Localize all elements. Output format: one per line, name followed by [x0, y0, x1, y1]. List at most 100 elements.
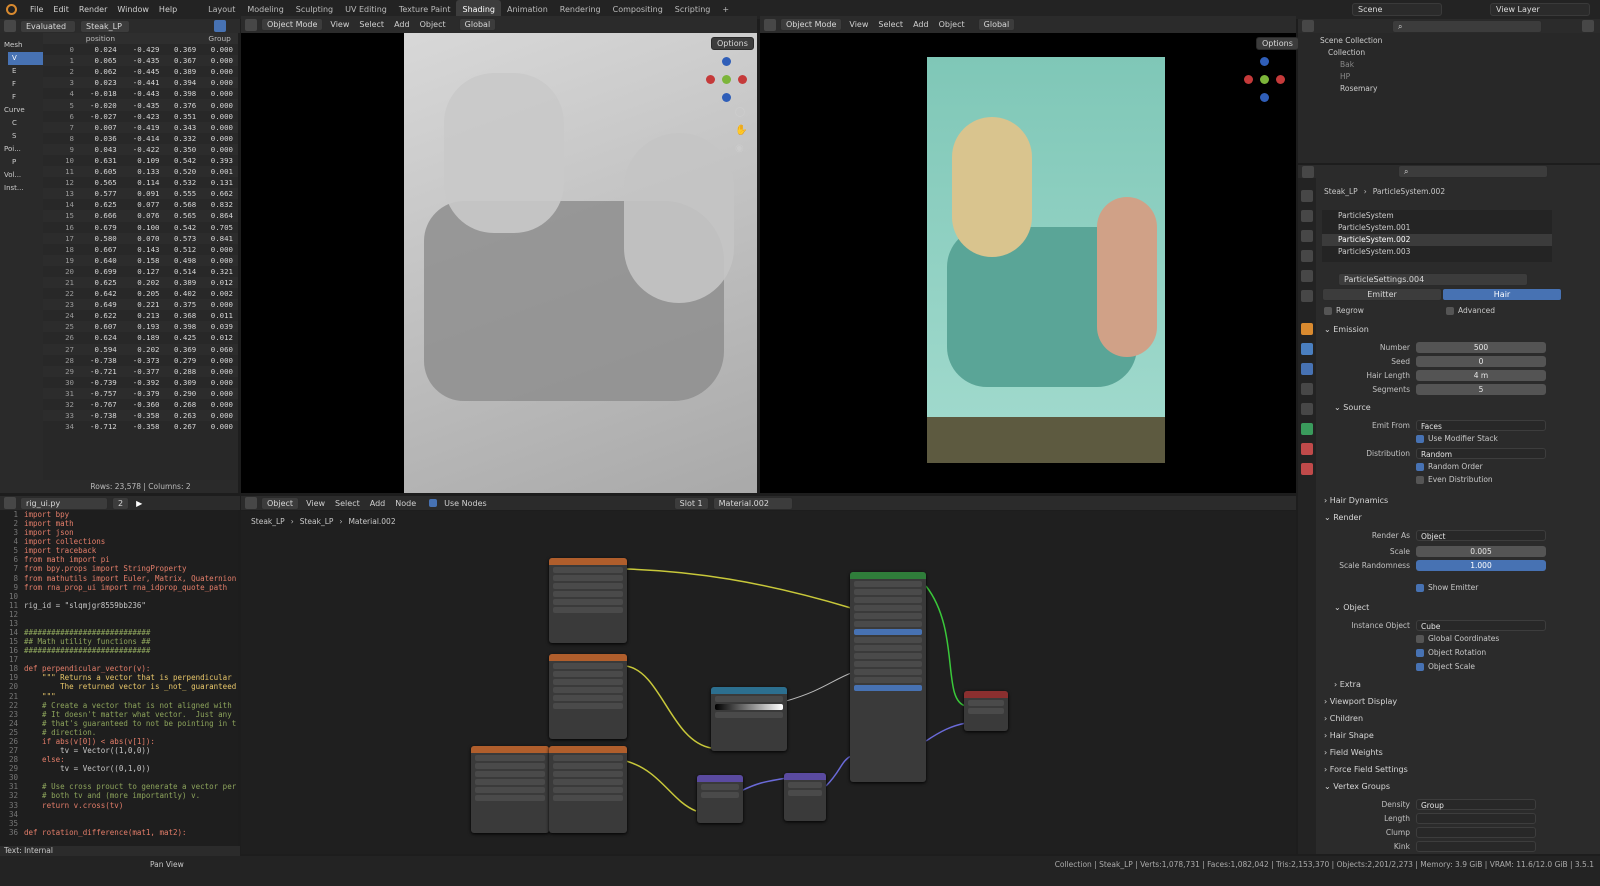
- output-tab-icon[interactable]: [1301, 230, 1313, 242]
- navigation-gizmo[interactable]: [1244, 57, 1286, 107]
- particles-tab-icon[interactable]: [1301, 363, 1313, 375]
- physics-tab-icon[interactable]: [1301, 383, 1313, 395]
- vg-kink-field[interactable]: [1416, 840, 1536, 852]
- slot-dropdown[interactable]: Slot 1: [673, 496, 709, 510]
- tool-tab-icon[interactable]: [1301, 190, 1313, 202]
- type-hair-button[interactable]: Hair: [1442, 288, 1562, 301]
- view-layer-selector[interactable]: View Layer: [1490, 3, 1590, 16]
- x-axis-icon[interactable]: [1276, 75, 1285, 84]
- emission-panel-header[interactable]: ⌄ Emission: [1324, 325, 1369, 334]
- vg-clump-field[interactable]: [1416, 826, 1536, 838]
- column-header-position[interactable]: position: [79, 33, 122, 44]
- filter-icon[interactable]: [1582, 20, 1594, 32]
- sidebar-item-mesh[interactable]: Mesh: [0, 39, 43, 52]
- object-scale-checkbox[interactable]: Object Scale: [1416, 662, 1475, 671]
- menu-view[interactable]: View: [303, 499, 328, 508]
- advanced-checkbox[interactable]: Advanced: [1446, 306, 1495, 315]
- render-tab-icon[interactable]: [1301, 210, 1313, 222]
- object-rotation-checkbox[interactable]: Object Rotation: [1416, 648, 1486, 657]
- particle-system-item[interactable]: ParticleSystem.003: [1322, 246, 1552, 258]
- sidebar-item-point[interactable]: P: [8, 156, 43, 169]
- sidebar-item-face-corner[interactable]: F: [8, 91, 43, 104]
- global-coordinates-checkbox[interactable]: Global Coordinates: [1416, 634, 1499, 643]
- seed-field[interactable]: 0: [1416, 355, 1546, 367]
- material-selector[interactable]: Material.002: [712, 496, 793, 510]
- zoom-icon[interactable]: [735, 107, 745, 117]
- node-editor[interactable]: Steak_LP › Steak_LP › Material.002: [241, 511, 1296, 854]
- menu-add[interactable]: Add: [367, 499, 389, 508]
- particle-system-item-selected[interactable]: ParticleSystem.002: [1322, 234, 1552, 246]
- viewport-left[interactable]: Options ✋ ◉: [241, 33, 757, 493]
- menu-select[interactable]: Select: [875, 20, 906, 29]
- random-order-checkbox[interactable]: Random Order: [1416, 462, 1483, 471]
- neg-z-axis-icon[interactable]: [722, 93, 731, 102]
- even-distribution-checkbox[interactable]: Even Distribution: [1416, 475, 1493, 484]
- scale-randomness-field[interactable]: 1.000: [1416, 559, 1546, 571]
- menu-view[interactable]: View: [846, 20, 871, 29]
- object-mode-dropdown[interactable]: Object Mode: [780, 18, 843, 31]
- segments-field[interactable]: 5: [1416, 383, 1546, 395]
- distribution-dropdown[interactable]: Random: [1416, 447, 1546, 459]
- number-field[interactable]: 500: [1416, 341, 1546, 353]
- sidebar-item-curve[interactable]: Curve: [0, 104, 43, 117]
- neg-x-axis-icon[interactable]: [706, 75, 715, 84]
- scene-selector[interactable]: Scene: [1352, 3, 1442, 16]
- field-weights-panel-header[interactable]: › Field Weights: [1324, 748, 1383, 757]
- shader-type-dropdown[interactable]: Object: [261, 496, 300, 510]
- outliner-item-hp[interactable]: HP: [1298, 71, 1600, 83]
- emit-from-dropdown[interactable]: Faces: [1416, 419, 1546, 431]
- neg-x-axis-icon[interactable]: [1244, 75, 1253, 84]
- camera-icon[interactable]: ◉: [735, 143, 744, 154]
- tab-layout[interactable]: Layout: [202, 0, 241, 19]
- particle-system-item[interactable]: ParticleSystem.001: [1322, 222, 1552, 234]
- z-axis-icon[interactable]: [1260, 57, 1269, 66]
- sidebar-item-vertex[interactable]: V: [8, 52, 43, 65]
- text-file-selector[interactable]: rig_ui.py: [20, 496, 108, 510]
- editor-type-icon[interactable]: [4, 20, 16, 32]
- menu-window[interactable]: Window: [112, 0, 154, 19]
- menu-object[interactable]: Object: [417, 20, 449, 29]
- menu-select[interactable]: Select: [356, 20, 387, 29]
- menu-view[interactable]: View: [327, 20, 352, 29]
- menu-object[interactable]: Object: [936, 20, 968, 29]
- viewport-right[interactable]: Options: [760, 33, 1299, 493]
- particle-settings-selector[interactable]: ParticleSettings.004: [1338, 273, 1528, 286]
- y-axis-icon[interactable]: [1260, 75, 1269, 84]
- extra-panel-header[interactable]: › Extra: [1334, 680, 1361, 689]
- object-mode-dropdown[interactable]: Object Mode: [261, 18, 324, 31]
- sidebar-item-spline[interactable]: S: [8, 130, 43, 143]
- constraints-tab-icon[interactable]: [1301, 403, 1313, 415]
- menu-add[interactable]: Add: [391, 20, 413, 29]
- properties-search-input[interactable]: ⌕: [1398, 165, 1548, 178]
- node-principled-bsdf[interactable]: [850, 572, 926, 782]
- particle-system-item[interactable]: ParticleSystem: [1322, 210, 1552, 222]
- render-as-dropdown[interactable]: Object: [1416, 529, 1546, 541]
- column-header-group[interactable]: Group: [201, 33, 238, 44]
- pan-hand-icon[interactable]: ✋: [735, 125, 747, 136]
- force-field-settings-panel-header[interactable]: › Force Field Settings: [1324, 765, 1408, 774]
- object-panel-header[interactable]: ⌄ Object: [1334, 603, 1369, 612]
- vg-length-field[interactable]: [1416, 812, 1536, 824]
- menu-file[interactable]: File: [25, 0, 48, 19]
- text-editor[interactable]: 1 import bpy 2 import math 3 import json 4 impo…: [0, 510, 238, 846]
- spreadsheet-object[interactable]: Steak_LP: [80, 19, 130, 33]
- data-tab-icon[interactable]: [1301, 423, 1313, 435]
- material-tab-icon[interactable]: [1301, 443, 1313, 455]
- editor-type-icon[interactable]: [1302, 20, 1314, 32]
- menu-select[interactable]: Select: [332, 499, 363, 508]
- evaluation-mode-dropdown[interactable]: Evaluated: [20, 19, 76, 33]
- menu-add[interactable]: Add: [910, 20, 932, 29]
- sidebar-item-control-point[interactable]: C: [8, 117, 43, 130]
- outliner-search-input[interactable]: ⌕: [1392, 20, 1542, 33]
- scene-tab-icon[interactable]: [1301, 270, 1313, 282]
- editor-type-icon[interactable]: [764, 18, 776, 31]
- editor-type-icon[interactable]: [245, 497, 257, 509]
- children-panel-header[interactable]: › Children: [1324, 714, 1363, 723]
- options-button[interactable]: Options: [711, 37, 754, 50]
- node-normal-map[interactable]: [697, 775, 743, 823]
- sidebar-item-face[interactable]: F: [8, 78, 43, 91]
- navigation-gizmo[interactable]: [706, 57, 748, 107]
- viewport-display-panel-header[interactable]: › Viewport Display: [1324, 697, 1397, 706]
- hair-dynamics-panel-header[interactable]: › Hair Dynamics: [1324, 496, 1388, 505]
- editor-type-icon[interactable]: [4, 497, 16, 509]
